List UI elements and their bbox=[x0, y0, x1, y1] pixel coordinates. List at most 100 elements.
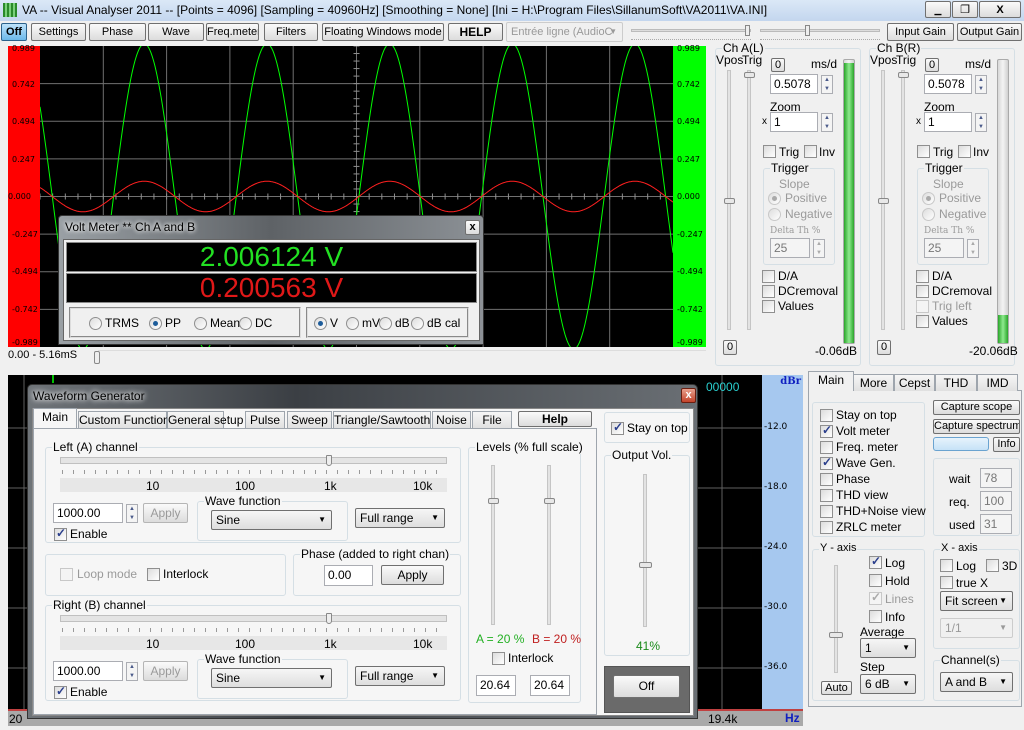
trig-slider[interactable] bbox=[744, 70, 755, 330]
unit-radio-db[interactable] bbox=[379, 317, 392, 330]
wavegen-tab-main[interactable]: Main bbox=[33, 408, 77, 428]
left-range-select[interactable]: Full range ▼ bbox=[355, 508, 445, 528]
slider-thumb[interactable] bbox=[878, 198, 889, 204]
inv-checkbox[interactable] bbox=[804, 145, 817, 158]
side-tab-imd[interactable]: IMD bbox=[977, 374, 1018, 391]
wavegen-tab-sweep[interactable]: Sweep bbox=[287, 411, 332, 428]
step-select[interactable]: 6 dB ▼ bbox=[860, 674, 916, 694]
right-enable-checkbox[interactable] bbox=[54, 684, 67, 699]
zoom-input[interactable]: 1 bbox=[770, 112, 818, 132]
values-checkbox[interactable] bbox=[916, 315, 929, 328]
values-checkbox[interactable] bbox=[762, 300, 775, 313]
reset-bottom-button[interactable]: 0 bbox=[877, 340, 891, 355]
feature-checkbox[interactable] bbox=[820, 473, 833, 486]
unit-radio-mv[interactable] bbox=[346, 317, 359, 330]
right-frequency-input[interactable]: 1000.00 bbox=[53, 661, 123, 681]
levels-interlock-checkbox[interactable] bbox=[492, 652, 505, 665]
slider-thumb[interactable] bbox=[94, 351, 100, 364]
zoom-input[interactable]: 1 bbox=[924, 112, 972, 132]
output-gain-slider[interactable] bbox=[760, 24, 880, 40]
wave-button[interactable]: Wave bbox=[148, 23, 204, 41]
slider-thumb[interactable] bbox=[898, 72, 909, 78]
help-button[interactable]: HELP bbox=[448, 23, 503, 41]
slider-thumb[interactable] bbox=[745, 25, 750, 36]
wavegen-tab-pulse[interactable]: Pulse bbox=[245, 411, 285, 428]
feature-checkbox[interactable] bbox=[820, 521, 833, 534]
level-b-input[interactable]: 20.64 bbox=[530, 675, 570, 696]
fit-screen-select[interactable]: Fit screen ▼ bbox=[940, 591, 1013, 611]
wavegen-close-button[interactable]: x bbox=[681, 388, 696, 403]
input-gain-slider[interactable] bbox=[631, 24, 751, 40]
phase-input[interactable]: 0.00 bbox=[324, 565, 373, 586]
wavegen-tab-general-setup[interactable]: General setup bbox=[167, 411, 243, 428]
time-scroll-slider[interactable] bbox=[94, 350, 706, 364]
ratio-select[interactable]: 1/1 ▼ bbox=[940, 618, 1013, 638]
close-button[interactable]: X bbox=[979, 1, 1021, 18]
volt-meter-close-button[interactable]: x bbox=[465, 220, 480, 235]
lines-checkbox[interactable] bbox=[869, 590, 882, 605]
wavegen-stay-on-top-checkbox[interactable] bbox=[611, 420, 624, 435]
wavegen-tab-triangle-sawtooth[interactable]: Triangle/Sawtooth bbox=[333, 411, 431, 428]
ms-div-spinner[interactable]: ▲ ▼ bbox=[821, 75, 833, 94]
feature-checkbox[interactable] bbox=[820, 409, 833, 422]
output-gain-button[interactable]: Output Gain bbox=[957, 23, 1022, 41]
right-wave-function-select[interactable]: Sine ▼ bbox=[211, 668, 332, 688]
minimize-button[interactable]: ▁ bbox=[925, 1, 951, 18]
filters-button[interactable]: Filters bbox=[264, 23, 318, 41]
delta-th-spinner[interactable]: ▲ ▼ bbox=[967, 239, 979, 258]
slider-thumb[interactable] bbox=[805, 25, 810, 36]
side-tab-more[interactable]: More bbox=[853, 374, 894, 391]
left-frequency-input[interactable]: 1000.00 bbox=[53, 503, 123, 523]
reset-bottom-button[interactable]: 0 bbox=[723, 340, 737, 355]
slider-thumb[interactable] bbox=[724, 198, 735, 204]
zoom-spinner[interactable]: ▲ ▼ bbox=[975, 113, 987, 132]
mode-radio-trms[interactable] bbox=[89, 317, 102, 330]
wavegen-tab-custom-function[interactable]: Custom Function bbox=[78, 411, 170, 428]
level-a-input[interactable]: 20.64 bbox=[476, 675, 516, 696]
side-tab-main[interactable]: Main bbox=[808, 371, 854, 391]
settings-button[interactable]: Settings bbox=[31, 23, 86, 41]
reset-top-button[interactable]: 0 bbox=[771, 58, 785, 72]
right-frequency-slider[interactable] bbox=[60, 613, 447, 624]
slider-thumb[interactable] bbox=[544, 498, 555, 504]
mode-radio-dc[interactable] bbox=[239, 317, 252, 330]
wavegen-help-button[interactable]: Help bbox=[518, 411, 592, 427]
zoom-spinner[interactable]: ▲ ▼ bbox=[821, 113, 833, 132]
trig-checkbox[interactable] bbox=[763, 145, 776, 158]
negative-radio[interactable] bbox=[768, 208, 781, 221]
trig-left-checkbox[interactable] bbox=[916, 300, 929, 313]
dcremoval-checkbox[interactable] bbox=[762, 285, 775, 298]
delta-th-input[interactable]: 25 bbox=[770, 238, 810, 258]
inv-checkbox[interactable] bbox=[958, 145, 971, 158]
trig-checkbox[interactable] bbox=[917, 145, 930, 158]
feature-checkbox[interactable] bbox=[820, 441, 833, 454]
freq-meter-button[interactable]: Freq.meter bbox=[206, 23, 259, 41]
left-frequency-slider[interactable] bbox=[60, 455, 447, 466]
floating-windows-button[interactable]: Floating Windows mode bbox=[322, 23, 444, 41]
level-b-slider[interactable] bbox=[544, 465, 555, 625]
input-gain-button[interactable]: Input Gain bbox=[887, 23, 954, 41]
da-checkbox[interactable] bbox=[762, 270, 775, 283]
slider-thumb[interactable] bbox=[326, 613, 332, 624]
level-a-slider[interactable] bbox=[488, 465, 499, 625]
slider-thumb[interactable] bbox=[488, 498, 499, 504]
mode-radio-pp[interactable] bbox=[149, 317, 162, 330]
hold-checkbox[interactable] bbox=[869, 574, 882, 587]
interlock-checkbox[interactable] bbox=[147, 568, 160, 581]
slider-thumb[interactable] bbox=[639, 562, 652, 568]
unit-radio-db-cal[interactable] bbox=[411, 317, 424, 330]
ms-div-input[interactable]: 0.5078 bbox=[924, 74, 972, 94]
negative-radio[interactable] bbox=[922, 208, 935, 221]
3d-checkbox[interactable] bbox=[986, 559, 999, 572]
slider-thumb[interactable] bbox=[326, 455, 332, 466]
x-log-checkbox[interactable] bbox=[940, 559, 953, 572]
unit-radio-v[interactable] bbox=[314, 317, 327, 330]
right-range-select[interactable]: Full range ▼ bbox=[355, 666, 445, 686]
positive-radio[interactable] bbox=[768, 192, 781, 205]
slider-thumb[interactable] bbox=[744, 72, 755, 78]
auto-button[interactable]: Auto bbox=[821, 681, 852, 695]
left-enable-checkbox[interactable] bbox=[54, 526, 67, 541]
slider-thumb[interactable] bbox=[829, 632, 843, 638]
delta-th-spinner[interactable]: ▲ ▼ bbox=[813, 239, 825, 258]
delta-th-input[interactable]: 25 bbox=[924, 238, 964, 258]
